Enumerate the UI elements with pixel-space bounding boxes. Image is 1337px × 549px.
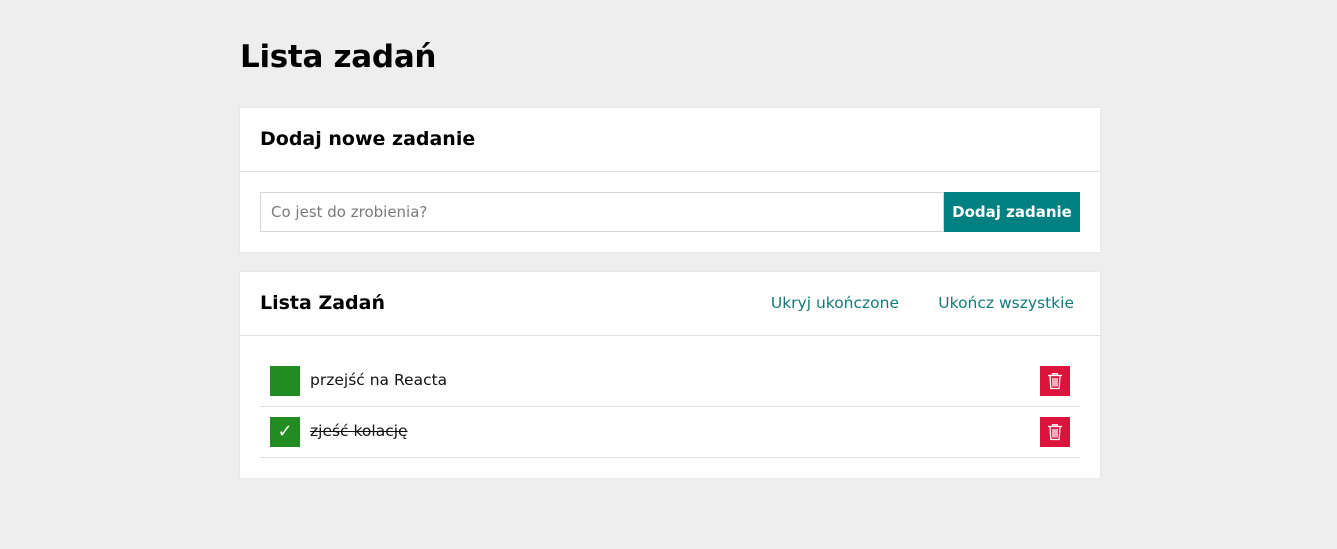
hide-done-button[interactable]: Ukryj ukończone (771, 292, 899, 314)
task-list-header: Lista Zadań Ukryj ukończone Ukończ wszys… (240, 272, 1100, 336)
task-list: przejść na Reacta ✓ zjeść kolację (260, 356, 1080, 458)
finish-all-button[interactable]: Ukończ wszystkie (938, 292, 1074, 314)
add-task-title: Dodaj nowe zadanie (260, 128, 476, 150)
add-task-header: Dodaj nowe zadanie (240, 108, 1100, 172)
page-title: Lista zadań (240, 39, 437, 75)
delete-task-button[interactable] (1040, 417, 1070, 447)
task-toggle-checkbox[interactable] (270, 366, 300, 396)
trash-icon (1047, 372, 1063, 390)
new-task-input[interactable] (260, 192, 944, 232)
trash-icon (1047, 423, 1063, 441)
task-toggle-checkbox[interactable]: ✓ (270, 417, 300, 447)
task-text: przejść na Reacta (310, 371, 448, 389)
task-row: ✓ zjeść kolację (260, 407, 1080, 458)
add-task-button[interactable]: Dodaj zadanie (944, 192, 1080, 232)
task-text: zjeść kolację (310, 422, 408, 440)
delete-task-button[interactable] (1040, 366, 1070, 396)
task-row: przejść na Reacta (260, 356, 1080, 407)
task-list-card: Lista Zadań Ukryj ukończone Ukończ wszys… (240, 272, 1100, 478)
add-task-card: Dodaj nowe zadanie Dodaj zadanie (240, 108, 1100, 252)
task-list-title: Lista Zadań (260, 292, 385, 314)
